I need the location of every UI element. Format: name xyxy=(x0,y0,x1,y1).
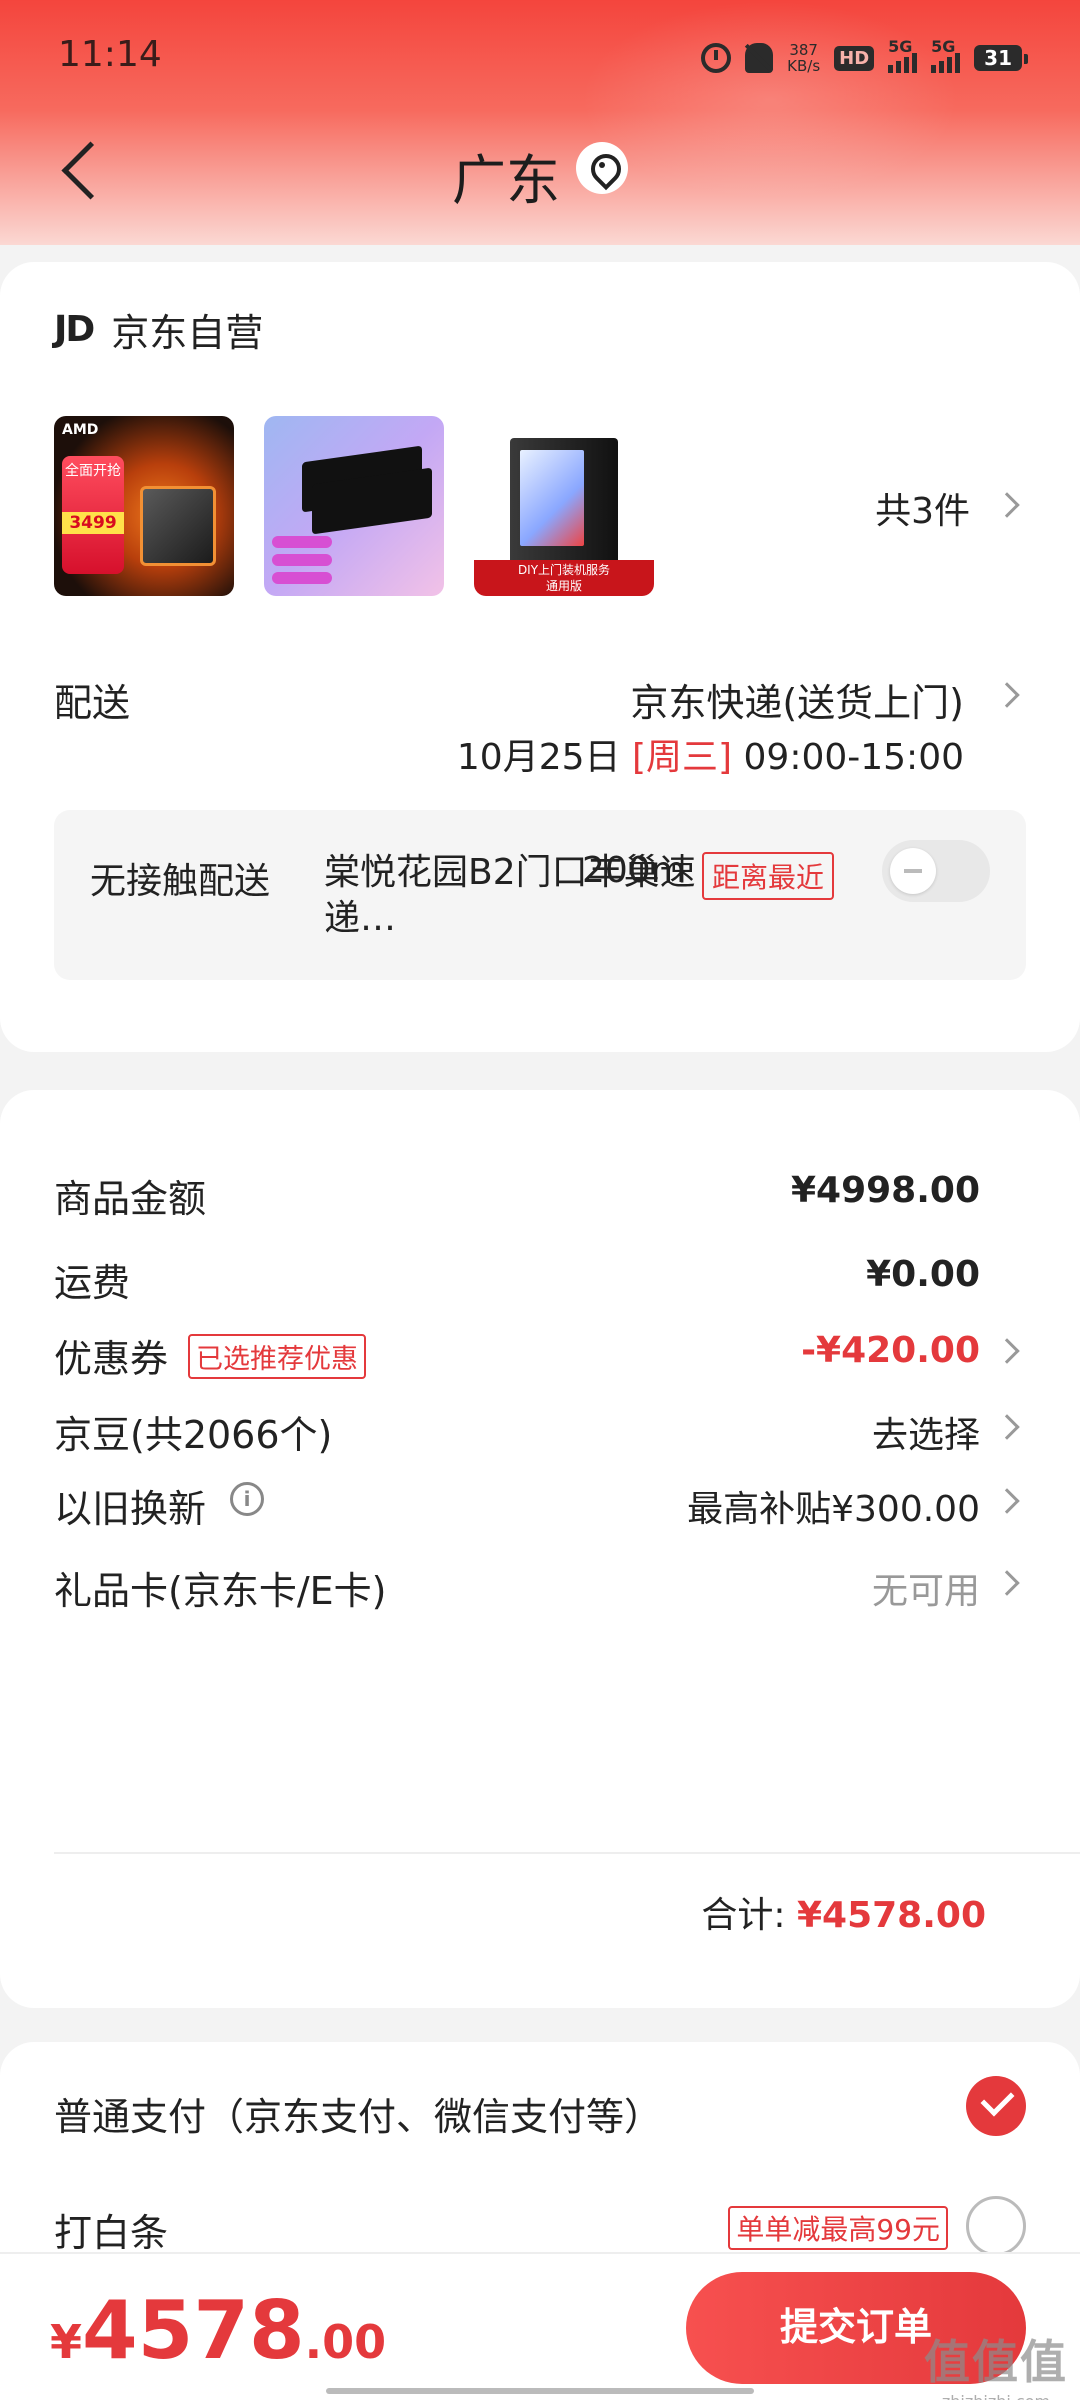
order-items-card: JD 京东自营 AMD 全面开抢 3499 DIY上门装机服务 通用版 共3件 … xyxy=(0,262,1080,1052)
product-image-cpu[interactable]: AMD 全面开抢 3499 xyxy=(54,416,234,596)
feature-pill xyxy=(272,554,332,566)
network-speed-unit: KB/s xyxy=(787,57,821,75)
gift-card-row[interactable]: 礼品卡(京东卡/E卡) 无可用 xyxy=(54,1560,1026,1620)
jd-beans-label: 京豆(共2066个) xyxy=(54,1413,333,1457)
payable-amount-integer: 4578 xyxy=(82,2284,305,2377)
diy-service-label-line2: 通用版 xyxy=(545,579,582,593)
radio-unselected-icon[interactable] xyxy=(966,2196,1026,2256)
payment-option-normal[interactable]: 普通支付（京东支付、微信支付等） xyxy=(54,2076,1026,2146)
watermark-logo: 值值值 xyxy=(924,2335,1068,2389)
payment-normal-label: 普通支付（京东支付、微信支付等） xyxy=(54,2095,663,2139)
info-icon[interactable]: i xyxy=(230,1482,264,1516)
coupon-value: -¥420.00 xyxy=(801,1330,980,1371)
signal-label-sim1: 5G xyxy=(888,37,913,56)
cpu-box-graphic xyxy=(140,486,216,566)
payment-baitiao-label: 打白条 xyxy=(54,2211,169,2255)
signal-icon-sim1: 5G xyxy=(888,37,918,73)
shipping-fee-label: 运费 xyxy=(54,1261,131,1305)
chevron-right-icon xyxy=(994,1414,1020,1440)
back-button[interactable] xyxy=(60,142,110,202)
hd-icon: HD xyxy=(834,45,875,71)
promo-price-tag: 3499 xyxy=(62,512,124,534)
diy-service-label-line1: DIY上门装机服务 xyxy=(517,563,611,577)
home-indicator[interactable] xyxy=(326,2388,754,2394)
network-speed: 387 KB/s xyxy=(787,42,820,74)
total-label: 合计: xyxy=(701,1895,786,1936)
shipping-fee-row: 运费 ¥0.00 xyxy=(54,1252,1026,1312)
fees-card: 商品金额 ¥4998.00 运费 ¥0.00 优惠券 已选推荐优惠 -¥420.… xyxy=(0,1090,1080,2008)
divider xyxy=(54,1852,1080,1854)
diy-service-label: DIY上门装机服务 通用版 xyxy=(474,560,654,596)
status-bar: 11:14 387 KB/s HD 5G 5G 31 xyxy=(0,28,1080,88)
delivery-label: 配送 xyxy=(54,681,131,725)
signal-label-sim2: 5G xyxy=(931,37,956,56)
amd-brand-label: AMD xyxy=(62,422,99,438)
watermark: 值值值 zhizhizhi.com xyxy=(924,2326,1068,2400)
jd-beans-value: 去选择 xyxy=(871,1415,980,1456)
delivery-method[interactable]: 京东快递(送货上门) xyxy=(630,672,964,727)
trade-in-value: 最高补贴¥300.00 xyxy=(687,1489,980,1530)
trade-in-label: 以旧换新 xyxy=(54,1487,207,1531)
product-thumbnails[interactable]: AMD 全面开抢 3499 DIY上门装机服务 通用版 xyxy=(54,416,654,596)
chevron-right-icon xyxy=(994,682,1020,708)
bell-muted-icon xyxy=(745,43,774,73)
signal-icon-sim2: 5G xyxy=(931,37,961,73)
payable-currency: ¥ xyxy=(50,2315,83,2369)
no-contact-toggle[interactable] xyxy=(882,840,990,902)
feature-pill xyxy=(272,572,332,584)
store-header: JD 京东自营 xyxy=(54,302,263,357)
location-pin-icon[interactable] xyxy=(576,142,628,194)
chevron-right-icon xyxy=(994,1570,1020,1596)
address-region-title[interactable]: 广东 xyxy=(452,136,560,215)
status-icons: 387 KB/s HD 5G 5G 31 xyxy=(701,36,1028,80)
coupon-label: 优惠券 xyxy=(54,1337,169,1381)
jd-beans-row[interactable]: 京豆(共2066个) 去选择 xyxy=(54,1404,1026,1464)
product-image-pc-case[interactable]: DIY上门装机服务 通用版 xyxy=(474,416,654,596)
chevron-right-icon xyxy=(994,1488,1020,1514)
goods-amount-row: 商品金额 ¥4998.00 xyxy=(54,1168,1026,1228)
goods-amount-label: 商品金额 xyxy=(54,1177,207,1221)
store-name: 京东自营 xyxy=(111,311,264,355)
no-contact-label: 无接触配送 xyxy=(90,861,271,902)
delivery-time[interactable]: 10月25日 [周三] 09:00-15:00 xyxy=(457,728,964,780)
nav-bar: 广东 xyxy=(0,120,1080,220)
nearest-tag: 距离最近 xyxy=(702,852,835,900)
trade-in-row[interactable]: 以旧换新 i 最高补贴¥300.00 xyxy=(54,1478,1026,1538)
battery-icon: 31 xyxy=(974,45,1028,71)
delivery-date: 10月25日 xyxy=(456,737,621,778)
promo-badge-text: 全面开抢 xyxy=(65,463,121,479)
jd-logo-icon: JD xyxy=(54,309,95,350)
payable-amount-decimal: .00 xyxy=(304,2315,387,2369)
shipping-fee-value: ¥0.00 xyxy=(866,1254,980,1295)
feature-pill xyxy=(272,536,332,548)
coupon-recommended-tag: 已选推荐优惠 xyxy=(188,1334,366,1379)
alarm-icon xyxy=(701,43,732,73)
checkout-bar: ¥4578.00 提交订单 xyxy=(0,2252,1080,2400)
goods-amount-value: ¥4998.00 xyxy=(790,1170,980,1211)
status-time: 11:14 xyxy=(58,34,162,75)
chevron-right-icon xyxy=(994,1338,1020,1364)
baitiao-promo-tag: 单单减最高99元 xyxy=(728,2206,948,2250)
item-count[interactable]: 共3件 xyxy=(875,482,970,534)
gift-card-value: 无可用 xyxy=(871,1571,980,1612)
product-image-ram[interactable] xyxy=(264,416,444,596)
chevron-right-icon xyxy=(994,492,1020,518)
delivery-time-window: 09:00-15:00 xyxy=(743,737,964,778)
no-contact-distance: 200m xyxy=(582,850,686,891)
total-value: ¥4578.00 xyxy=(796,1895,986,1936)
coupon-row[interactable]: 优惠券 已选推荐优惠 -¥420.00 xyxy=(54,1328,1026,1388)
check-selected-icon[interactable] xyxy=(966,2076,1026,2136)
payable-amount: ¥4578.00 xyxy=(50,2284,386,2377)
total-row: 合计: ¥4578.00 xyxy=(701,1886,986,1938)
gift-card-label: 礼品卡(京东卡/E卡) xyxy=(54,1569,387,1613)
watermark-url: zhizhizhi.com xyxy=(924,2392,1068,2400)
delivery-weekday: [周三] xyxy=(631,737,733,778)
no-contact-delivery-box: 无接触配送 棠悦花园B2门口丰巢速递… 200m 距离最近 xyxy=(54,810,1026,980)
pc-case-glass-graphic xyxy=(520,450,584,546)
